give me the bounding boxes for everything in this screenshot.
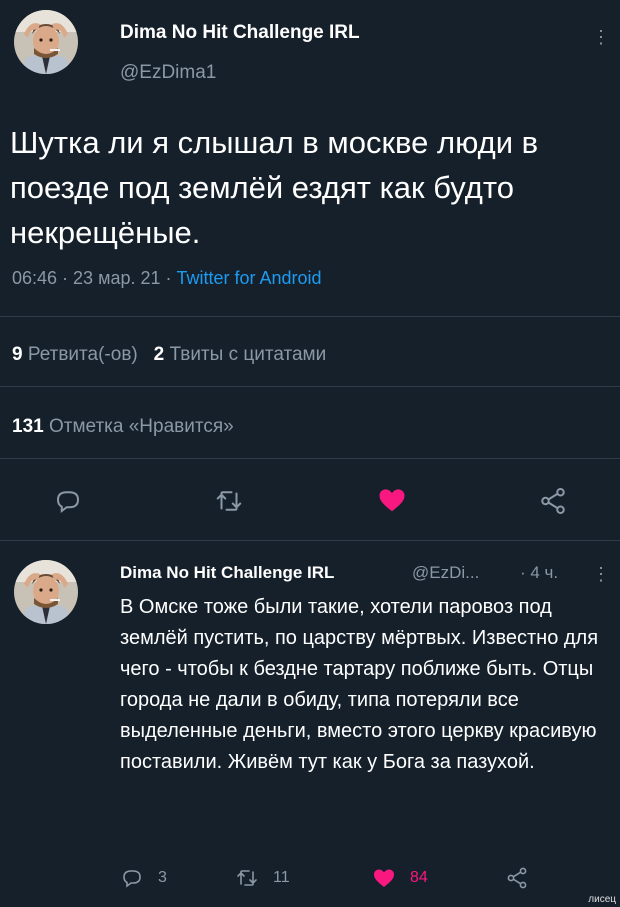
reply-author-handle[interactable]: @EzDi... <box>412 563 479 583</box>
share-icon <box>507 867 527 889</box>
reply-author-avatar[interactable] <box>14 560 78 624</box>
likes-label: Отметка «Нравится» <box>48 416 234 437</box>
retweet-icon[interactable] <box>214 486 244 516</box>
author-name[interactable]: Dima No Hit Challenge IRL <box>120 22 360 44</box>
tweet-time: 06:46 <box>12 268 58 288</box>
divider <box>0 386 620 387</box>
tweet-meta: 06:46 · 23 мар. 21 · Twitter for Android <box>12 268 322 289</box>
meta-separator: · <box>160 268 177 288</box>
more-vertical-icon[interactable]: ⋮ <box>592 565 610 583</box>
reply-icon <box>123 870 141 888</box>
watermark: лисец <box>588 894 616 905</box>
avatar-photo <box>14 10 78 74</box>
quotes-count: 2 <box>153 344 165 365</box>
like-stats[interactable]: 131 Отметка «Нравится» <box>12 416 234 438</box>
divider <box>0 316 620 317</box>
reply-like-button[interactable]: 84 <box>372 864 428 892</box>
divider <box>0 540 620 541</box>
heart-icon[interactable] <box>377 485 407 515</box>
avatar-photo <box>14 560 78 624</box>
reply-icon[interactable] <box>53 486 83 516</box>
divider <box>0 458 620 459</box>
retweets-label: Ретвита(-ов) <box>27 344 138 365</box>
tweet-date: 23 мар. 21 <box>73 268 161 288</box>
author-handle[interactable]: @EzDima1 <box>120 62 216 84</box>
reply-text: В Омске тоже были такие, хотели паровоз … <box>120 596 599 773</box>
likes-count: 131 <box>12 416 44 437</box>
retweet-count: 11 <box>273 869 290 886</box>
author-avatar[interactable] <box>14 10 78 74</box>
reply-reply-button[interactable]: 3 <box>120 864 167 892</box>
reply-share-button[interactable] <box>505 864 529 892</box>
retweet-icon <box>237 870 257 886</box>
tweet-text: Шутка ли я слышал в москве люди в поезде… <box>10 125 539 250</box>
reply-author-name[interactable]: Dima No Hit Challenge IRL <box>120 563 334 583</box>
reply-time[interactable]: · 4 ч. <box>520 563 558 583</box>
like-count: 84 <box>410 869 428 886</box>
reply-retweet-button[interactable]: 11 <box>235 864 290 892</box>
retweet-stats[interactable]: 9 Ретвита(-ов) 2 Твиты с цитатами <box>12 344 326 366</box>
meta-separator: · <box>57 268 74 288</box>
tweet-source-link[interactable]: Twitter for Android <box>177 268 322 288</box>
heart-icon <box>374 869 394 887</box>
more-vertical-icon[interactable]: ⋮ <box>592 28 610 46</box>
share-icon[interactable] <box>538 486 568 516</box>
retweets-count: 9 <box>12 344 23 365</box>
reply-count: 3 <box>158 869 167 886</box>
quotes-label: Твиты с цитатами <box>169 344 327 365</box>
